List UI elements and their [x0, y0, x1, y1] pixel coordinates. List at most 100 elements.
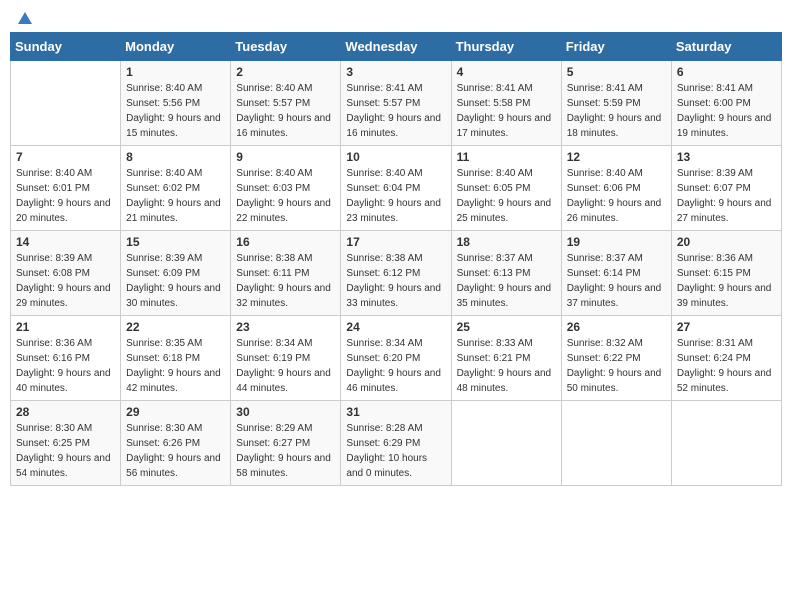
day-number: 6 — [677, 65, 776, 79]
calendar-cell — [451, 401, 561, 486]
day-info: Sunrise: 8:40 AM Sunset: 6:02 PM Dayligh… — [126, 166, 225, 226]
day-info: Sunrise: 8:41 AM Sunset: 5:57 PM Dayligh… — [346, 81, 445, 141]
day-info: Sunrise: 8:29 AM Sunset: 6:27 PM Dayligh… — [236, 421, 335, 481]
sunset: Sunset: 6:03 PM — [236, 183, 310, 194]
daylight: Daylight: 9 hours and 37 minutes. — [567, 283, 662, 309]
daylight: Daylight: 9 hours and 32 minutes. — [236, 283, 331, 309]
sunrise: Sunrise: 8:37 AM — [457, 253, 533, 264]
calendar-cell: 21 Sunrise: 8:36 AM Sunset: 6:16 PM Dayl… — [11, 316, 121, 401]
day-number: 12 — [567, 150, 666, 164]
calendar-cell: 28 Sunrise: 8:30 AM Sunset: 6:25 PM Dayl… — [11, 401, 121, 486]
sunrise: Sunrise: 8:33 AM — [457, 338, 533, 349]
calendar-cell: 18 Sunrise: 8:37 AM Sunset: 6:13 PM Dayl… — [451, 231, 561, 316]
daylight: Daylight: 9 hours and 56 minutes. — [126, 453, 221, 479]
day-info: Sunrise: 8:38 AM Sunset: 6:11 PM Dayligh… — [236, 251, 335, 311]
calendar-cell — [671, 401, 781, 486]
day-info: Sunrise: 8:34 AM Sunset: 6:19 PM Dayligh… — [236, 336, 335, 396]
day-info: Sunrise: 8:39 AM Sunset: 6:09 PM Dayligh… — [126, 251, 225, 311]
day-info: Sunrise: 8:37 AM Sunset: 6:14 PM Dayligh… — [567, 251, 666, 311]
day-number: 11 — [457, 150, 556, 164]
day-header-saturday: Saturday — [671, 33, 781, 61]
calendar-cell: 22 Sunrise: 8:35 AM Sunset: 6:18 PM Dayl… — [121, 316, 231, 401]
daylight: Daylight: 9 hours and 16 minutes. — [236, 113, 331, 139]
sunset: Sunset: 6:25 PM — [16, 438, 90, 449]
day-info: Sunrise: 8:40 AM Sunset: 6:05 PM Dayligh… — [457, 166, 556, 226]
day-info: Sunrise: 8:30 AM Sunset: 6:26 PM Dayligh… — [126, 421, 225, 481]
day-number: 17 — [346, 235, 445, 249]
daylight: Daylight: 9 hours and 48 minutes. — [457, 368, 552, 394]
sunrise: Sunrise: 8:40 AM — [236, 83, 312, 94]
calendar-week-5: 28 Sunrise: 8:30 AM Sunset: 6:25 PM Dayl… — [11, 401, 782, 486]
logo — [14, 10, 34, 24]
calendar-cell: 19 Sunrise: 8:37 AM Sunset: 6:14 PM Dayl… — [561, 231, 671, 316]
sunrise: Sunrise: 8:30 AM — [16, 423, 92, 434]
sunset: Sunset: 6:09 PM — [126, 268, 200, 279]
sunrise: Sunrise: 8:40 AM — [567, 168, 643, 179]
day-number: 3 — [346, 65, 445, 79]
sunrise: Sunrise: 8:39 AM — [677, 168, 753, 179]
day-info: Sunrise: 8:36 AM Sunset: 6:15 PM Dayligh… — [677, 251, 776, 311]
daylight: Daylight: 9 hours and 25 minutes. — [457, 198, 552, 224]
day-number: 14 — [16, 235, 115, 249]
calendar-cell: 7 Sunrise: 8:40 AM Sunset: 6:01 PM Dayli… — [11, 146, 121, 231]
calendar-cell: 4 Sunrise: 8:41 AM Sunset: 5:58 PM Dayli… — [451, 61, 561, 146]
daylight: Daylight: 9 hours and 46 minutes. — [346, 368, 441, 394]
day-number: 22 — [126, 320, 225, 334]
day-number: 18 — [457, 235, 556, 249]
daylight: Daylight: 9 hours and 52 minutes. — [677, 368, 772, 394]
day-number: 24 — [346, 320, 445, 334]
sunrise: Sunrise: 8:41 AM — [677, 83, 753, 94]
daylight: Daylight: 9 hours and 33 minutes. — [346, 283, 441, 309]
day-info: Sunrise: 8:28 AM Sunset: 6:29 PM Dayligh… — [346, 421, 445, 481]
calendar-cell — [11, 61, 121, 146]
sunrise: Sunrise: 8:40 AM — [126, 168, 202, 179]
sunset: Sunset: 6:26 PM — [126, 438, 200, 449]
day-info: Sunrise: 8:39 AM Sunset: 6:07 PM Dayligh… — [677, 166, 776, 226]
day-number: 25 — [457, 320, 556, 334]
calendar-cell: 23 Sunrise: 8:34 AM Sunset: 6:19 PM Dayl… — [231, 316, 341, 401]
sunrise: Sunrise: 8:40 AM — [16, 168, 92, 179]
sunrise: Sunrise: 8:30 AM — [126, 423, 202, 434]
sunset: Sunset: 5:59 PM — [567, 98, 641, 109]
calendar-cell: 27 Sunrise: 8:31 AM Sunset: 6:24 PM Dayl… — [671, 316, 781, 401]
sunrise: Sunrise: 8:40 AM — [236, 168, 312, 179]
sunrise: Sunrise: 8:39 AM — [16, 253, 92, 264]
sunset: Sunset: 6:18 PM — [126, 353, 200, 364]
calendar-cell: 5 Sunrise: 8:41 AM Sunset: 5:59 PM Dayli… — [561, 61, 671, 146]
daylight: Daylight: 9 hours and 20 minutes. — [16, 198, 111, 224]
daylight: Daylight: 9 hours and 29 minutes. — [16, 283, 111, 309]
sunrise: Sunrise: 8:40 AM — [457, 168, 533, 179]
sunset: Sunset: 6:16 PM — [16, 353, 90, 364]
calendar-cell: 6 Sunrise: 8:41 AM Sunset: 6:00 PM Dayli… — [671, 61, 781, 146]
daylight: Daylight: 9 hours and 19 minutes. — [677, 113, 772, 139]
day-info: Sunrise: 8:38 AM Sunset: 6:12 PM Dayligh… — [346, 251, 445, 311]
day-number: 20 — [677, 235, 776, 249]
logo-icon — [16, 10, 34, 28]
sunrise: Sunrise: 8:28 AM — [346, 423, 422, 434]
daylight: Daylight: 9 hours and 23 minutes. — [346, 198, 441, 224]
sunrise: Sunrise: 8:38 AM — [346, 253, 422, 264]
calendar-cell: 26 Sunrise: 8:32 AM Sunset: 6:22 PM Dayl… — [561, 316, 671, 401]
day-info: Sunrise: 8:40 AM Sunset: 5:57 PM Dayligh… — [236, 81, 335, 141]
sunset: Sunset: 6:22 PM — [567, 353, 641, 364]
sunset: Sunset: 6:24 PM — [677, 353, 751, 364]
calendar-cell: 12 Sunrise: 8:40 AM Sunset: 6:06 PM Dayl… — [561, 146, 671, 231]
sunset: Sunset: 6:04 PM — [346, 183, 420, 194]
daylight: Daylight: 9 hours and 18 minutes. — [567, 113, 662, 139]
sunrise: Sunrise: 8:31 AM — [677, 338, 753, 349]
calendar-cell: 15 Sunrise: 8:39 AM Sunset: 6:09 PM Dayl… — [121, 231, 231, 316]
calendar-cell: 14 Sunrise: 8:39 AM Sunset: 6:08 PM Dayl… — [11, 231, 121, 316]
sunrise: Sunrise: 8:29 AM — [236, 423, 312, 434]
day-header-friday: Friday — [561, 33, 671, 61]
day-info: Sunrise: 8:41 AM Sunset: 6:00 PM Dayligh… — [677, 81, 776, 141]
day-number: 30 — [236, 405, 335, 419]
sunrise: Sunrise: 8:40 AM — [126, 83, 202, 94]
day-info: Sunrise: 8:30 AM Sunset: 6:25 PM Dayligh… — [16, 421, 115, 481]
calendar-header-row: SundayMondayTuesdayWednesdayThursdayFrid… — [11, 33, 782, 61]
calendar-week-2: 7 Sunrise: 8:40 AM Sunset: 6:01 PM Dayli… — [11, 146, 782, 231]
sunset: Sunset: 6:29 PM — [346, 438, 420, 449]
sunrise: Sunrise: 8:37 AM — [567, 253, 643, 264]
day-header-thursday: Thursday — [451, 33, 561, 61]
daylight: Daylight: 9 hours and 15 minutes. — [126, 113, 221, 139]
calendar-cell: 30 Sunrise: 8:29 AM Sunset: 6:27 PM Dayl… — [231, 401, 341, 486]
